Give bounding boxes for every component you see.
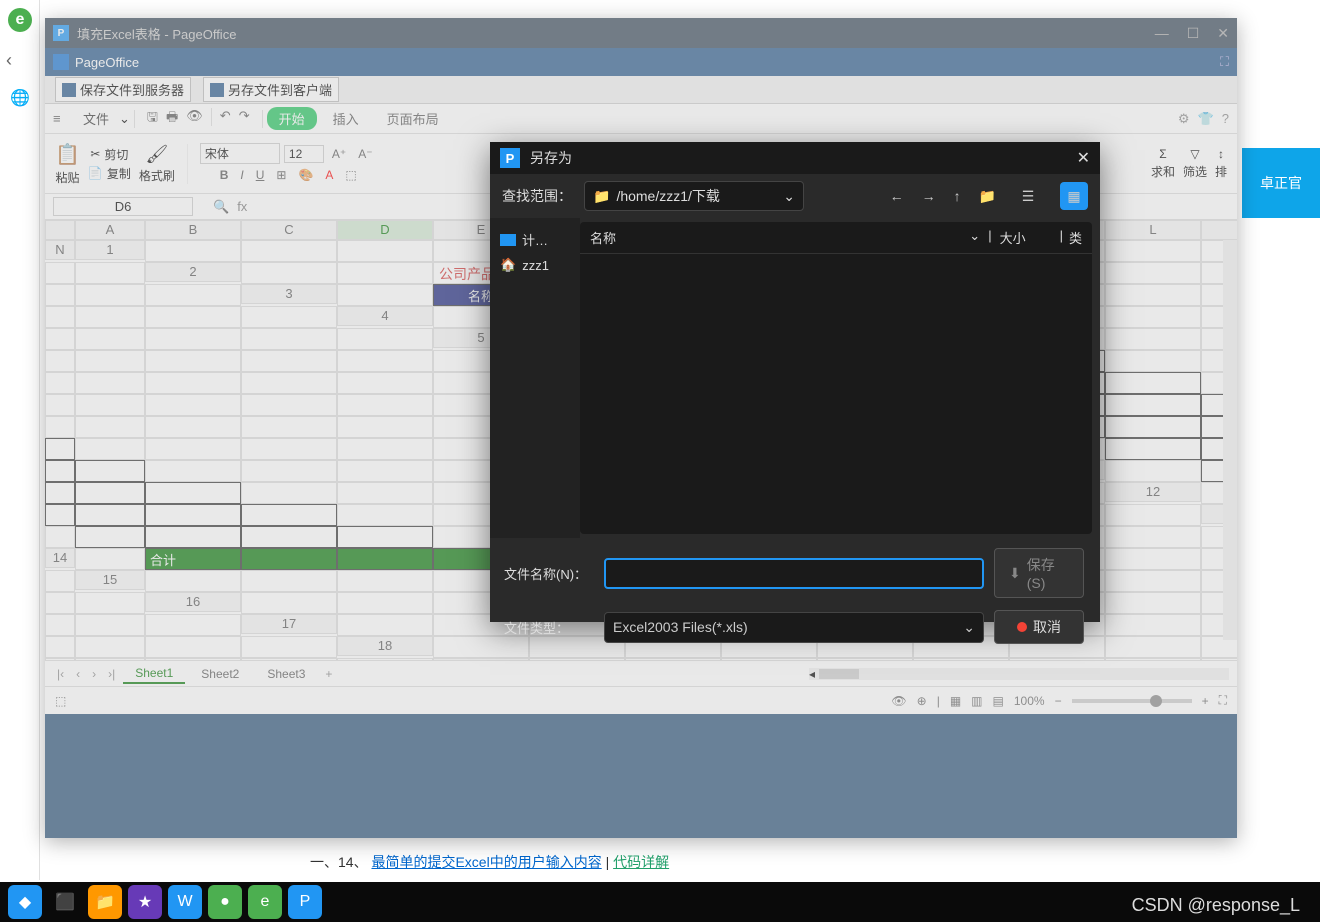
back-icon[interactable]: ‹: [6, 50, 12, 71]
watermark: CSDN @response_L: [1132, 895, 1300, 916]
sidebar-computer[interactable]: 计…: [498, 226, 572, 253]
right-blue-tab[interactable]: 卓正官: [1242, 148, 1320, 218]
list-view-button[interactable]: ☰: [1014, 182, 1042, 210]
dialog-toolbar: 查找范围： 📁 /home/zzz1/下载 ⌄ ← → ↑ 📁 ☰ ▦: [490, 174, 1100, 218]
filetype-label: 文件类型：: [504, 618, 594, 637]
dialog-sidebar: 计… 🏠 zzz1: [490, 218, 580, 538]
footer-link-1[interactable]: 最简单的提交Excel中的用户输入内容: [371, 854, 601, 870]
nav-forward-icon[interactable]: →: [922, 188, 936, 204]
download-icon: ⬇: [1009, 565, 1021, 582]
nav-up-icon[interactable]: ↑: [954, 188, 961, 204]
save-button[interactable]: ⬇ 保存(S): [994, 548, 1084, 598]
dialog-app-icon: P: [500, 148, 520, 168]
folder-icon: 📁: [593, 188, 610, 205]
taskbar-app-2[interactable]: 📁: [88, 885, 122, 919]
column-name[interactable]: 名称: [590, 228, 969, 247]
path-dropdown[interactable]: 📁 /home/zzz1/下载 ⌄: [584, 181, 804, 211]
home-icon: 🏠: [500, 257, 516, 273]
grid-view-button[interactable]: ▦: [1060, 182, 1088, 210]
cancel-button[interactable]: 取消: [994, 610, 1084, 644]
column-type[interactable]: 类: [1069, 228, 1082, 247]
footer-link-2[interactable]: 代码详解: [613, 854, 669, 870]
chevron-down-icon: ⌄: [969, 228, 980, 247]
save-as-dialog: P 另存为 ✕ 查找范围： 📁 /home/zzz1/下载 ⌄ ← → ↑ 📁 …: [490, 142, 1100, 622]
taskbar-start[interactable]: ◆: [8, 885, 42, 919]
footer-text: 一、14、 最简单的提交Excel中的用户输入内容 | 代码详解: [310, 852, 669, 872]
filename-label: 文件名称(N)：: [504, 564, 594, 583]
chevron-down-icon: ⌄: [963, 619, 975, 636]
taskbar-pageoffice[interactable]: P: [288, 885, 322, 919]
taskbar-browser[interactable]: e: [248, 885, 282, 919]
taskbar-app-1[interactable]: ⬛: [48, 885, 82, 919]
monitor-icon: [500, 234, 516, 246]
taskbar-app-5[interactable]: ●: [208, 885, 242, 919]
filetype-select[interactable]: Excel2003 Files(*.xls) ⌄: [604, 612, 984, 643]
globe-icon[interactable]: 🌐: [10, 88, 30, 108]
search-range-label: 查找范围：: [502, 186, 572, 206]
browser-logo: e: [8, 8, 32, 32]
taskbar-app-3[interactable]: ★: [128, 885, 162, 919]
file-list[interactable]: 名称 ⌄ | 大小 | 类: [580, 222, 1092, 534]
sidebar-home[interactable]: 🏠 zzz1: [498, 253, 572, 277]
dialog-title: 另存为: [530, 148, 572, 168]
stop-icon: [1017, 622, 1027, 632]
dialog-close-button[interactable]: ✕: [1077, 148, 1090, 168]
new-folder-icon[interactable]: 📁: [979, 188, 996, 205]
nav-back-icon[interactable]: ←: [890, 188, 904, 204]
taskbar: ◆ ⬛ 📁 ★ W ● e P: [0, 882, 1320, 922]
dialog-titlebar: P 另存为 ✕: [490, 142, 1100, 174]
column-size[interactable]: 大小: [1000, 228, 1060, 247]
chevron-down-icon: ⌄: [783, 188, 795, 205]
taskbar-app-4[interactable]: W: [168, 885, 202, 919]
filename-input[interactable]: [604, 558, 984, 589]
